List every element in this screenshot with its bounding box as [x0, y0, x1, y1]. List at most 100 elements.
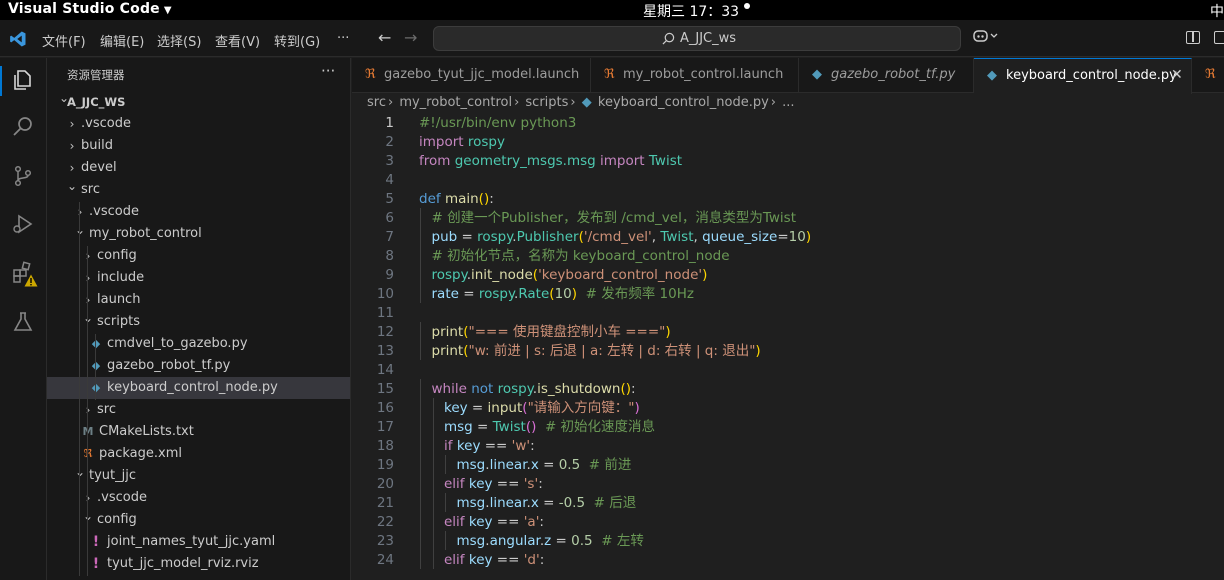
code-line: # 初始化节点，名称为 keyboard_control_node [432, 247, 730, 266]
chevron-right-icon: › [69, 117, 75, 131]
code-token: 10 [788, 229, 806, 245]
tree-item[interactable]: ◆ keyboard_control_node.py [47, 377, 350, 399]
chevron-right-icon: › [570, 95, 576, 110]
code-token: import [419, 134, 464, 150]
cmake-icon: M [81, 421, 95, 443]
code-token: not [471, 381, 494, 397]
tab-label: my_robot_control.launch [623, 67, 784, 82]
menu-file[interactable]: 文件(F) [42, 31, 86, 50]
code-line: msg = Twist() # 初始化速度消息 [444, 418, 655, 437]
tree-item-label: cmdvel_to_gazebo.py [107, 336, 248, 351]
code-line: rate = rospy.Rate(10) # 发布频率 10Hz [432, 285, 694, 304]
tree-item[interactable]: ! joint_names_tyut_jjc.yaml [47, 531, 350, 553]
tab-overflow[interactable]: ℜ [1192, 58, 1224, 93]
yaml-icon: ! [92, 556, 100, 572]
indent-guide [432, 512, 434, 531]
tree-item[interactable]: ⌄ src [47, 179, 350, 201]
code-token: 's' [523, 476, 539, 492]
code-token: = [777, 229, 789, 245]
tab-gazebo-launch[interactable]: ℜ gazebo_tyut_jjc_model.launch [352, 58, 591, 93]
code-editor[interactable]: 1 2 3 4 5 6 7 8 9 10 11 12 13 14 15 16 17 18 19 20 21 22 23 24 … [352, 113, 1224, 580]
line-number: 13 [376, 343, 394, 359]
line-number: 3 [385, 153, 394, 169]
system-top-bar: Visual Studio Code ▼ 星期三 17：33 中 [0, 0, 1224, 20]
tree-item[interactable]: ⌄ A_JJC_WS [47, 91, 350, 113]
tree-item[interactable]: ◆ cmdvel_to_gazebo.py [47, 333, 350, 355]
tree-item[interactable]: ◆ gazebo_robot_tf.py [47, 355, 350, 377]
tree-item[interactable]: ⌄ config [47, 509, 350, 531]
breadcrumb-my-robot-control[interactable]: my_robot_control [399, 95, 512, 110]
menu-more[interactable]: ··· [337, 31, 349, 46]
menu-edit[interactable]: 编辑(E) [100, 31, 144, 50]
code-token: = [472, 419, 493, 435]
indent-guide [432, 474, 434, 493]
menu-selection[interactable]: 选择(S) [157, 31, 201, 50]
breadcrumb-scripts[interactable]: scripts [525, 95, 568, 110]
toggle-sidebar-icon[interactable] [1186, 31, 1200, 44]
code-line: # 创建一个Publisher，发布到 /cmd_vel，消息类型为Twist [432, 209, 797, 228]
tree-item[interactable]: › devel [47, 157, 350, 179]
tree-item[interactable]: › build [47, 135, 350, 157]
warning-badge-icon [24, 274, 38, 287]
tree-item[interactable]: ⌄ scripts [47, 311, 350, 333]
line-number: 20 [376, 476, 394, 492]
app-menu[interactable]: Visual Studio Code ▼ [8, 1, 172, 17]
tree-item[interactable]: › src [47, 399, 350, 421]
tree-item[interactable]: › .vscode [47, 201, 350, 223]
tree-item[interactable]: › include [47, 267, 350, 289]
code-token: () [525, 419, 537, 435]
code-line: if key == 'w': [444, 437, 535, 456]
tree-item-label: src [81, 182, 100, 197]
tree-item[interactable]: › .vscode [47, 113, 350, 135]
system-clock[interactable]: 星期三 17：33 [643, 1, 739, 21]
more-actions-icon[interactable]: ··· [321, 62, 335, 80]
tree-item-label: config [97, 512, 137, 527]
input-method-indicator[interactable]: 中 [1210, 1, 1224, 21]
indent-guide [420, 417, 421, 436]
toggle-panel-icon[interactable] [1214, 31, 1224, 44]
tree-item[interactable]: ⌄ my_robot_control [47, 223, 350, 245]
code-token: rate [431, 286, 459, 302]
tree-item[interactable]: M CMakeLists.txt [47, 421, 350, 443]
copilot-icon[interactable] [973, 29, 999, 47]
code-token: == [492, 514, 524, 530]
indent-guide [420, 284, 421, 303]
forward-arrow-icon[interactable]: → [404, 28, 417, 47]
breadcrumb-src[interactable]: src [367, 95, 386, 110]
source-control-icon[interactable] [11, 164, 35, 188]
code-token: , [693, 229, 703, 245]
line-number: 18 [376, 438, 394, 454]
line-number: 8 [385, 248, 394, 264]
code-token: ) [702, 267, 708, 283]
back-arrow-icon[interactable]: ← [378, 28, 391, 47]
code-token: # 发布频率 10Hz [585, 286, 694, 302]
line-number: 14 [376, 362, 394, 378]
menu-go[interactable]: 转到(G) [274, 31, 320, 50]
command-center-search[interactable]: A_JJC_ws [433, 26, 961, 51]
close-tab-icon[interactable]: ✕ [1171, 67, 1183, 83]
tab-gazebo-robot-tf[interactable]: ◆ gazebo_robot_tf.py [799, 58, 974, 93]
tree-item[interactable]: ℜpackage.xml [47, 443, 350, 465]
search-view-icon[interactable] [11, 115, 35, 139]
run-debug-icon[interactable] [11, 212, 35, 236]
tab-label: gazebo_tyut_jjc_model.launch [384, 67, 580, 82]
breadcrumb-file[interactable]: keyboard_control_node.py [598, 95, 769, 110]
tree-item-label: A_JJC_WS [67, 95, 126, 109]
tab-robot-control-launch[interactable]: ℜ my_robot_control.launch [591, 58, 799, 93]
tree-item[interactable]: ⌄ tyut_jjc [47, 465, 350, 487]
tree-indent-guide [79, 202, 80, 576]
code-token: # 后退 [593, 495, 637, 511]
testing-flask-icon[interactable] [11, 310, 35, 334]
chevron-down-icon: ⌄ [67, 179, 78, 193]
code-token: rospy [431, 267, 467, 283]
explorer-icon[interactable] [11, 68, 35, 92]
explorer-sidebar: 资源管理器 ··· ⌄ A_JJC_WS › .vscode › build › devel ⌄… [47, 58, 351, 580]
tree-item[interactable]: ! tyut_jjc_model_rviz.rviz [47, 553, 350, 575]
tab-keyboard-control-node[interactable]: ◆ keyboard_control_node.py ✕ [974, 58, 1192, 94]
python-icon: ◆ [581, 95, 592, 110]
code-token: msg [456, 495, 486, 511]
menu-view[interactable]: 查看(V) [215, 31, 260, 50]
tree-item[interactable]: › config [47, 245, 350, 267]
breadcrumb-symbol[interactable]: ... [782, 95, 794, 110]
